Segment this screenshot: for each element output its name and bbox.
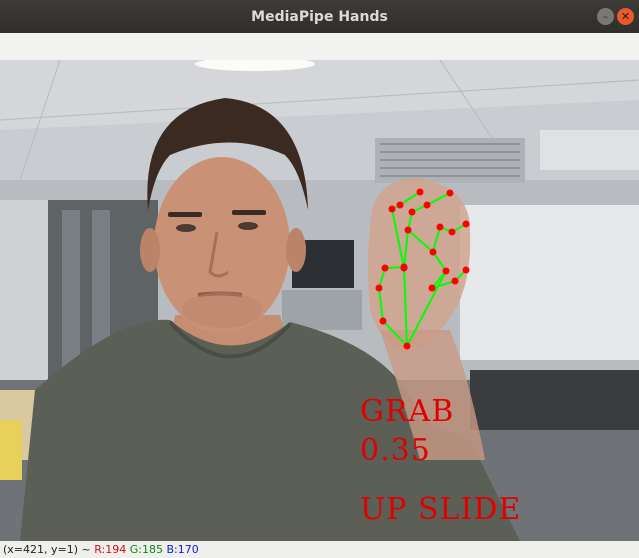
- hand-landmark: [429, 248, 437, 256]
- hand-landmark: [462, 220, 470, 228]
- close-button[interactable]: ✕: [617, 8, 634, 25]
- hand-landmark: [442, 267, 450, 275]
- hand-landmark: [375, 284, 383, 292]
- toolbar-area: [0, 33, 639, 61]
- hand-landmark: [403, 342, 411, 350]
- hand-landmark: [436, 223, 444, 231]
- minimize-button[interactable]: –: [597, 8, 614, 25]
- window-title: MediaPipe Hands: [251, 8, 388, 25]
- camera-view[interactable]: GRAB 0.35 UP SLIDE: [0, 60, 639, 541]
- hand-connection: [403, 229, 409, 269]
- hand-landmark: [379, 317, 387, 325]
- gesture-label: GRAB: [360, 394, 455, 429]
- hand-connection: [378, 287, 384, 322]
- hand-landmark: [400, 264, 408, 272]
- hand-connection: [432, 226, 441, 253]
- hand-landmark: [388, 205, 396, 213]
- gesture-score: 0.35: [360, 433, 431, 468]
- pixel-green: G:185: [129, 543, 163, 556]
- hand-landmark: [423, 201, 431, 209]
- hand-connection: [406, 270, 447, 347]
- hand-connection: [391, 208, 405, 269]
- pixel-red: R:194: [94, 543, 127, 556]
- cursor-coords: (x=421, y=1) ~: [3, 543, 95, 556]
- pixel-blue: B:170: [166, 543, 199, 556]
- hand-connection: [382, 320, 408, 347]
- hand-landmark: [408, 208, 416, 216]
- hand-landmark: [428, 284, 436, 292]
- action-label: UP SLIDE: [360, 492, 522, 527]
- hand-landmark: [396, 201, 404, 209]
- hand-landmarks-overlay: [375, 188, 470, 350]
- hand-connection: [426, 192, 451, 206]
- hand-landmark: [404, 226, 412, 234]
- minimize-icon: –: [602, 10, 609, 23]
- hand-connection: [403, 267, 408, 347]
- hand-landmark: [416, 188, 424, 196]
- hand-landmark: [446, 189, 454, 197]
- close-icon: ✕: [620, 10, 631, 23]
- hand-landmark: [448, 228, 456, 236]
- hand-landmark: [381, 264, 389, 272]
- hand-landmark: [451, 277, 459, 285]
- hand-connection: [407, 229, 434, 253]
- title-bar: MediaPipe Hands – ✕: [0, 0, 639, 33]
- status-bar: (x=421, y=1) ~ R:194 G:185 B:170: [0, 541, 639, 558]
- hand-landmark: [462, 266, 470, 274]
- hand-connection: [399, 191, 421, 206]
